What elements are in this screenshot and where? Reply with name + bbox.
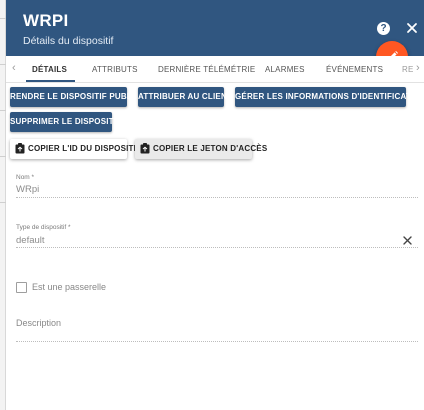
panel-title: WRPI — [23, 11, 69, 30]
device-type-field-underline — [16, 247, 418, 248]
tab-attributes[interactable]: ATTRIBUTS — [92, 65, 138, 74]
delete-device-button[interactable]: SUPPRIMER LE DISPOSITIF — [10, 112, 121, 132]
assign-client-button[interactable]: ATTRIBUER AU CLIENT — [138, 87, 232, 107]
tab-alarms[interactable]: ALARMES — [265, 65, 305, 74]
chevron-left-icon[interactable]: ‹ — [12, 62, 16, 74]
help-icon[interactable]: ? — [377, 22, 390, 35]
description-field-label: Description — [16, 318, 62, 328]
clear-icon[interactable] — [403, 236, 412, 245]
chevron-right-icon[interactable]: › — [416, 62, 420, 74]
make-public-button[interactable]: RENDRE LE DISPOSITIF PUBLIC — [10, 87, 140, 107]
tab-relations[interactable]: RE — [402, 65, 414, 74]
tab-bar: ‹ DÉTAILS ATTRIBUTS DERNIÈRE TÉLÉMÉTRIE … — [6, 56, 424, 83]
tab-latest-telemetry[interactable]: DERNIÈRE TÉLÉMÉTRIE — [158, 65, 255, 74]
device-type-input[interactable]: default — [16, 235, 45, 246]
panel-header: WRPI Détails du dispositif ? — [6, 0, 424, 56]
device-type-field-label: Type de dispositif * — [16, 224, 71, 231]
name-input[interactable]: WRpi — [16, 184, 39, 195]
copy-access-token-label: COPIER LE JETON D'ACCÈS — [153, 144, 268, 153]
name-field-label: Nom * — [16, 174, 35, 181]
tab-details[interactable]: DÉTAILS — [32, 65, 67, 74]
name-field-underline — [16, 197, 418, 198]
clipboard-icon — [15, 143, 25, 154]
close-icon[interactable] — [405, 21, 419, 35]
copy-device-id-label: COPIER L'ID DU DISPOSITIF — [28, 144, 142, 153]
clipboard-icon — [140, 143, 150, 154]
panel-subtitle: Détails du dispositif — [23, 35, 114, 47]
active-tab-indicator — [26, 80, 75, 82]
device-details-panel: WRPI Détails du dispositif ? ‹ DÉTAILS A… — [0, 0, 424, 410]
tab-events[interactable]: ÉVÉNEMENTS — [326, 65, 383, 74]
copy-access-token-button[interactable]: COPIER LE JETON D'ACCÈS — [135, 139, 267, 159]
manage-credentials-button[interactable]: GÉRER LES INFORMATIONS D'IDENTIFICATION — [235, 87, 424, 107]
gateway-checkbox[interactable] — [16, 282, 27, 293]
gateway-checkbox-label: Est une passerelle — [32, 282, 107, 292]
copy-device-id-button[interactable]: COPIER L'ID DU DISPOSITIF — [10, 139, 141, 159]
description-field-underline — [16, 341, 418, 342]
